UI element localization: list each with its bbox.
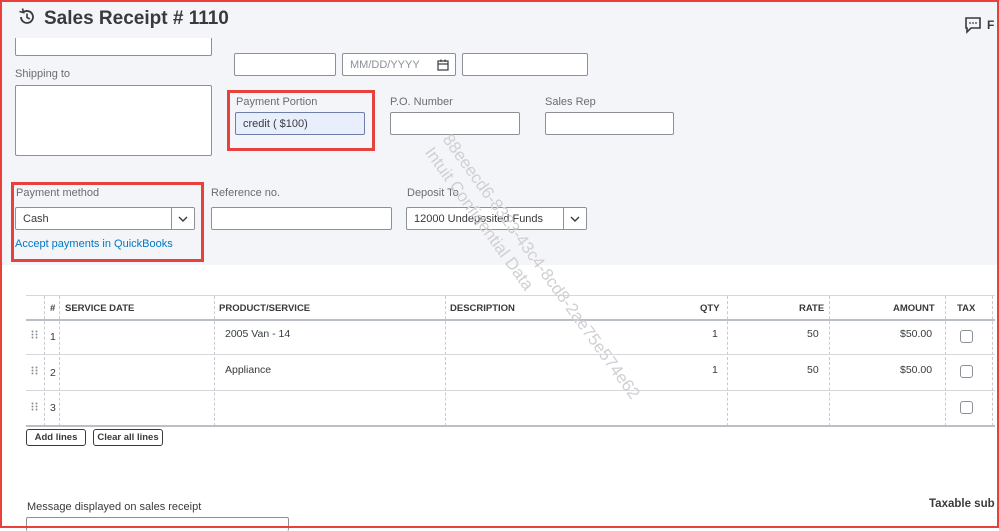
po-number-label: P.O. Number [390, 96, 453, 108]
column-divider [992, 296, 993, 426]
payment-method-select[interactable]: Cash [15, 207, 195, 230]
drag-handle-icon[interactable] [31, 366, 39, 375]
column-divider [727, 296, 728, 426]
column-divider [44, 296, 45, 426]
page-title: Sales Receipt # 1110 [44, 8, 229, 29]
row-divider [26, 354, 995, 355]
column-header-tax: TAX [957, 302, 976, 314]
amount-cell[interactable]: $50.00 [900, 328, 932, 340]
ship-via-field[interactable] [462, 53, 588, 76]
chevron-down-icon[interactable] [171, 208, 194, 229]
drag-handle-icon[interactable] [31, 330, 39, 339]
column-divider [945, 296, 946, 426]
rate-cell[interactable]: 50 [807, 364, 819, 376]
add-lines-button[interactable]: Add lines [26, 429, 86, 446]
column-divider [829, 296, 830, 426]
column-header-number: # [50, 302, 56, 314]
table-bottom-border [26, 425, 995, 427]
qty-cell[interactable]: 1 [712, 328, 718, 340]
email-field[interactable] [15, 38, 212, 56]
payment-portion-value: credit ( $100) [243, 117, 308, 130]
row-number: 1 [50, 331, 56, 343]
product-service-cell[interactable]: 2005 Van - 14 [225, 328, 290, 340]
shipping-date-field[interactable]: MM/DD/YYYY [342, 53, 456, 76]
column-divider [59, 296, 60, 426]
feedback-label[interactable]: F [987, 18, 994, 32]
column-header-qty: QTY [700, 302, 720, 314]
clear-all-lines-button[interactable]: Clear all lines [93, 429, 163, 446]
payment-method-value: Cash [23, 212, 49, 225]
chevron-down-icon[interactable] [563, 208, 586, 229]
product-service-cell[interactable]: Appliance [225, 364, 271, 376]
taxable-subtotal-label: Taxable sub [929, 498, 995, 510]
row-number: 2 [50, 367, 56, 379]
row-number: 3 [50, 402, 56, 414]
tax-checkbox[interactable] [960, 401, 973, 414]
column-header-amount: AMOUNT [893, 302, 935, 314]
reference-no-field[interactable] [211, 207, 392, 230]
tax-checkbox[interactable] [960, 330, 973, 343]
sales-rep-field[interactable] [545, 112, 674, 135]
payment-method-label: Payment method [16, 187, 100, 199]
accept-payments-link[interactable]: Accept payments in QuickBooks [15, 238, 173, 250]
row-divider [26, 390, 995, 391]
column-header-rate: RATE [799, 302, 825, 314]
sales-receipt-date-field[interactable] [234, 53, 336, 76]
amount-cell[interactable]: $50.00 [900, 364, 932, 376]
calendar-icon[interactable] [437, 59, 449, 71]
reference-no-label: Reference no. [211, 187, 281, 199]
rate-cell[interactable]: 50 [807, 328, 819, 340]
message-field[interactable] [26, 517, 289, 531]
column-header-product-service: PRODUCT/SERVICE [219, 302, 311, 314]
payment-portion-label: Payment Portion [236, 96, 318, 108]
tax-checkbox[interactable] [960, 365, 973, 378]
sales-rep-label: Sales Rep [545, 96, 596, 108]
column-divider [445, 296, 446, 426]
qty-cell[interactable]: 1 [712, 364, 718, 376]
payment-portion-field[interactable]: credit ( $100) [235, 112, 365, 135]
shipping-to-field[interactable] [15, 85, 212, 156]
column-divider [214, 296, 215, 426]
history-icon[interactable] [17, 7, 37, 27]
drag-handle-icon[interactable] [31, 402, 39, 411]
feedback-icon[interactable] [964, 16, 982, 34]
deposit-to-label: Deposit To [407, 187, 459, 199]
shipping-date-placeholder: MM/DD/YYYY [350, 58, 420, 71]
deposit-to-select[interactable]: 12000 Undeposited Funds [406, 207, 587, 230]
shipping-to-label: Shipping to [15, 68, 71, 80]
deposit-to-value: 12000 Undeposited Funds [414, 212, 544, 225]
po-number-field[interactable] [390, 112, 520, 135]
column-header-description: DESCRIPTION [450, 302, 515, 314]
column-header-service-date: SERVICE DATE [65, 302, 135, 314]
message-label: Message displayed on sales receipt [27, 501, 202, 513]
